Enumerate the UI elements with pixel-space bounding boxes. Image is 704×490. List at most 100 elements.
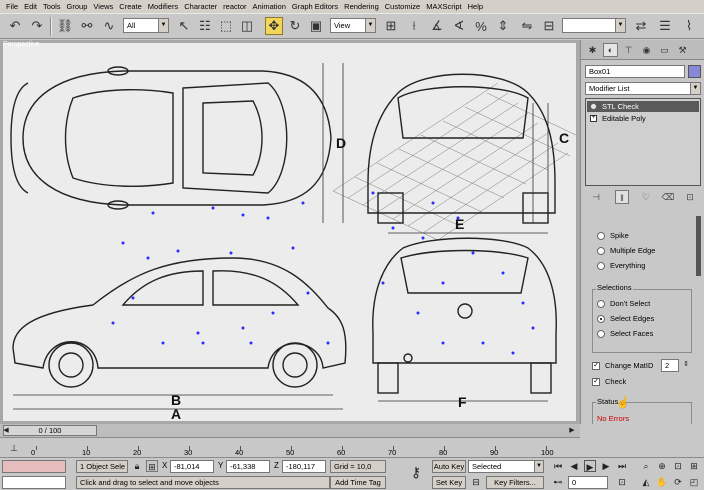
selection-select-edges[interactable]: Select Edges bbox=[597, 313, 654, 325]
viewport-canvas[interactable]: D C E B A F bbox=[3, 43, 576, 421]
pan-view-icon[interactable]: ✋ bbox=[656, 476, 668, 488]
checkbox[interactable]: ✓ bbox=[592, 362, 600, 370]
perspective-viewport[interactable]: D C E B A F Perspective bbox=[0, 40, 580, 424]
chevron-left-icon[interactable]: ◀ bbox=[0, 425, 12, 437]
reference-coordinate-dropdown[interactable]: View ▼ bbox=[330, 18, 376, 33]
configure-modifier-sets-icon[interactable]: ⊡ bbox=[683, 190, 697, 204]
select-by-name-icon[interactable]: ☷ bbox=[196, 17, 214, 35]
stack-item-stl-check[interactable]: STL Check bbox=[587, 101, 699, 112]
next-frame-icon[interactable]: ▶ bbox=[600, 460, 612, 472]
field-of-view-icon[interactable]: ◭ bbox=[640, 476, 652, 488]
play-icon[interactable]: ▶ bbox=[584, 460, 596, 472]
previous-frame-icon[interactable]: ◀ bbox=[568, 460, 580, 472]
time-slider[interactable]: 0 / 100 ◀ ▶ bbox=[0, 424, 580, 437]
menu-item-maxscript[interactable]: MAXScript bbox=[423, 0, 464, 13]
menu-item-group[interactable]: Group bbox=[64, 0, 91, 13]
motion-tab-icon[interactable]: ◉ bbox=[639, 43, 654, 57]
radio-button[interactable] bbox=[597, 315, 605, 323]
select-and-manipulate-icon[interactable]: ⟊ bbox=[405, 17, 423, 35]
key-mode-dropdown[interactable]: Selected ▼ bbox=[468, 460, 544, 473]
select-and-move-icon[interactable]: ✥ bbox=[265, 17, 283, 35]
lightbulb-icon[interactable] bbox=[590, 103, 597, 110]
maxscript-input[interactable] bbox=[2, 476, 66, 489]
menu-item-edit[interactable]: Edit bbox=[21, 0, 40, 13]
bind-space-warp-icon[interactable]: ∿ bbox=[100, 17, 118, 35]
auto-key-button[interactable]: Auto Key bbox=[432, 460, 466, 473]
snaps-toggle-icon[interactable]: ∡ bbox=[428, 17, 446, 35]
key-mode-toggle-icon[interactable]: ⊷ bbox=[552, 476, 564, 488]
mirror-tool-icon[interactable]: ⇄ bbox=[632, 17, 650, 35]
pin-stack-icon[interactable]: ⊣ bbox=[589, 190, 603, 204]
maxscript-listener-mini[interactable] bbox=[2, 460, 66, 473]
menu-item-graph-editors[interactable]: Graph Editors bbox=[289, 0, 341, 13]
menu-item-modifiers[interactable]: Modifiers bbox=[145, 0, 181, 13]
pivot-center-icon[interactable]: ⊞ bbox=[382, 17, 400, 35]
mirror-icon[interactable]: ⇋ bbox=[518, 17, 536, 35]
stack-item-editable-poly[interactable]: + Editable Poly bbox=[587, 113, 699, 124]
rectangular-selection-icon[interactable]: ⬚ bbox=[217, 17, 235, 35]
add-time-tag-button[interactable]: Add Time Tag bbox=[330, 476, 386, 489]
zoom-extents-icon[interactable]: ⊡ bbox=[672, 460, 684, 472]
remove-modifier-icon[interactable]: ⌫ bbox=[661, 190, 675, 204]
window-crossing-icon[interactable]: ◫ bbox=[238, 17, 256, 35]
undo-icon[interactable]: ↶ bbox=[6, 17, 24, 35]
modifier-list-dropdown[interactable]: Modifier List ▼ bbox=[585, 82, 701, 95]
select-and-rotate-icon[interactable]: ↻ bbox=[286, 17, 304, 35]
open-mini-curve-editor-icon[interactable]: ⊥ bbox=[8, 442, 20, 454]
radio-button[interactable] bbox=[597, 247, 605, 255]
modify-tab-icon[interactable]: ◐ bbox=[603, 43, 618, 57]
zoom-extents-all-icon[interactable]: ⊞ bbox=[688, 460, 700, 472]
change-matid-checkbox-row[interactable]: ✓ Change MatID bbox=[592, 360, 653, 372]
angle-snap-icon[interactable]: ∢ bbox=[450, 17, 468, 35]
time-slider-thumb[interactable]: 0 / 100 bbox=[3, 425, 97, 436]
checkbox[interactable]: ✓ bbox=[592, 378, 600, 386]
check-option-everything[interactable]: Everything bbox=[597, 260, 645, 272]
go-to-start-icon[interactable]: ⏮ bbox=[552, 460, 564, 472]
maximize-viewport-icon[interactable]: ◰ bbox=[688, 476, 700, 488]
curve-editor-icon[interactable]: ⌇ bbox=[680, 17, 698, 35]
track-bar[interactable]: ⊥ 0 10 20 30 40 50 60 70 80 90 100 bbox=[0, 437, 580, 457]
key-filters-button[interactable]: Key Filters... bbox=[486, 476, 544, 489]
expand-icon[interactable]: + bbox=[590, 115, 597, 122]
layer-manager-icon[interactable]: ☰ bbox=[656, 17, 674, 35]
go-to-end-icon[interactable]: ⏭ bbox=[616, 460, 628, 472]
viewport-label[interactable]: Perspective bbox=[3, 41, 40, 48]
menu-item-reactor[interactable]: reactor bbox=[220, 0, 249, 13]
menu-item-help[interactable]: Help bbox=[465, 0, 486, 13]
time-configuration-icon[interactable]: ⊡ bbox=[616, 476, 628, 488]
select-object-icon[interactable]: ↖ bbox=[175, 17, 193, 35]
redo-icon[interactable]: ↷ bbox=[28, 17, 46, 35]
matid-spinner-field[interactable]: 2 bbox=[661, 359, 679, 372]
x-coordinate-field[interactable]: -81,014 bbox=[170, 460, 214, 473]
unlink-icon[interactable]: ⚯ bbox=[78, 17, 96, 35]
key-icon[interactable]: ⚷ bbox=[406, 465, 426, 479]
z-coordinate-field[interactable]: -180,117 bbox=[282, 460, 326, 473]
radio-button[interactable] bbox=[597, 330, 605, 338]
hierarchy-tab-icon[interactable]: ⊤ bbox=[621, 43, 636, 57]
create-tab-icon[interactable]: ✱ bbox=[585, 43, 600, 57]
chevron-right-icon[interactable]: ▶ bbox=[566, 425, 578, 437]
selection-dont-select[interactable]: Don't Select bbox=[597, 298, 650, 310]
check-option-multiple-edge[interactable]: Multiple Edge bbox=[597, 245, 655, 257]
set-key-button[interactable]: Set Key bbox=[432, 476, 466, 489]
radio-button[interactable] bbox=[597, 300, 605, 308]
key-filter-small-icon[interactable]: ⊟ bbox=[470, 476, 482, 488]
make-unique-icon[interactable]: ♡ bbox=[639, 190, 653, 204]
radio-button[interactable] bbox=[597, 262, 605, 270]
zoom-all-icon[interactable]: ⊕ bbox=[656, 460, 668, 472]
display-tab-icon[interactable]: ▭ bbox=[657, 43, 672, 57]
spinner-arrows-icon[interactable]: ⇕ bbox=[680, 359, 692, 371]
absolute-mode-icon[interactable]: ⊞ bbox=[146, 460, 158, 472]
y-coordinate-field[interactable]: -61,338 bbox=[226, 460, 270, 473]
object-color-swatch[interactable] bbox=[688, 65, 701, 78]
named-selection-sets-dropdown[interactable]: ▼ bbox=[562, 18, 626, 33]
check-checkbox-row[interactable]: ✓ Check bbox=[592, 376, 626, 388]
menu-item-tools[interactable]: Tools bbox=[40, 0, 64, 13]
menu-item-views[interactable]: Views bbox=[90, 0, 116, 13]
menu-item-create[interactable]: Create bbox=[116, 0, 145, 13]
radio-button[interactable] bbox=[597, 232, 605, 240]
selection-filter-dropdown[interactable]: All ▼ bbox=[123, 18, 169, 33]
lock-selection-icon[interactable]: 🔒︎ bbox=[131, 460, 143, 472]
select-and-link-icon[interactable]: ⛓ bbox=[56, 17, 74, 35]
percent-snap-icon[interactable]: % bbox=[472, 17, 490, 35]
